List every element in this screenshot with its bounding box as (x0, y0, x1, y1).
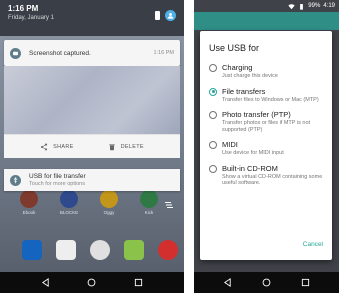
battery-icon (155, 11, 160, 20)
app-icon (20, 190, 38, 208)
radio-charging[interactable] (209, 64, 217, 72)
app-label: Ebook (22, 210, 36, 215)
back-icon[interactable] (41, 278, 50, 287)
wifi-icon (288, 3, 295, 9)
app-ebook[interactable]: Ebook (18, 190, 40, 215)
background-app-bar (194, 12, 339, 30)
right-phone-screen: 99% 4:19 Use USB for Charging Just charg… (194, 0, 339, 293)
app-drawer-icon[interactable] (90, 240, 110, 260)
user-avatar-icon[interactable] (165, 10, 176, 21)
screenshot-notification-time: 1:16 PM (153, 50, 174, 56)
option-desc: Transfer files to Windows or Mac (MTP) (222, 96, 319, 103)
clear-all-icon[interactable] (164, 200, 174, 210)
shade-date: Friday, January 1 (8, 15, 54, 21)
app-kick[interactable]: Kick (138, 190, 160, 215)
option-label: MIDI (222, 140, 238, 149)
trash-icon (108, 143, 115, 150)
app-label: Oggy (103, 210, 115, 215)
home-app-row: Ebook BLOCKE Oggy Kick (18, 190, 160, 215)
share-button[interactable]: SHARE (40, 143, 73, 151)
status-bar: 99% 4:19 (194, 0, 339, 12)
radio-file-transfers[interactable] (209, 87, 217, 96)
option-desc: Transfer photos or files if MTP is not s… (222, 120, 311, 133)
usb-icon (10, 174, 21, 186)
screenshot-actions: SHARE DELETE (4, 134, 180, 158)
app-icon (140, 190, 158, 208)
home-dock (22, 240, 178, 260)
radio-cd-rom[interactable] (209, 164, 217, 173)
option-desc: Just charge this device (222, 73, 278, 79)
home-icon[interactable] (87, 278, 96, 287)
app-icon (100, 190, 118, 208)
recents-icon[interactable] (301, 278, 310, 287)
app-oggy[interactable]: Oggy (98, 190, 120, 215)
right-nav-bar (194, 272, 339, 293)
home-icon[interactable] (262, 278, 271, 287)
screenshot-notification[interactable]: Screenshot captured. 1:16 PM (4, 40, 180, 66)
battery-icon (300, 3, 304, 10)
phone-app-icon[interactable] (22, 240, 42, 260)
radio-midi[interactable] (209, 141, 217, 149)
option-cd-rom[interactable]: Built-in CD-ROM Show a virtual CD-ROM co… (209, 164, 323, 187)
share-label: SHARE (53, 143, 74, 150)
contacts-app-icon[interactable] (124, 240, 144, 260)
usb-notification-title: USB for file transfer (29, 172, 86, 180)
radio-photo-transfer[interactable] (209, 111, 217, 119)
shade-time: 1:16 PM (8, 4, 39, 13)
screenshot-icon (10, 47, 21, 59)
usb-mode-dialog: Use USB for Charging Just charge this de… (200, 31, 332, 260)
option-file-transfers[interactable]: File transfers Transfer files to Windows… (209, 87, 323, 104)
messages-app-icon[interactable] (56, 240, 76, 260)
usb-notification-subtitle: Touch for more options (29, 180, 85, 187)
shade-icons (155, 10, 176, 21)
share-icon (41, 143, 48, 150)
option-photo-transfer[interactable]: Photo transfer (PTP) Transfer photos or … (209, 110, 323, 133)
app-label: BLOCKE (59, 210, 79, 215)
option-label: Photo transfer (PTP) (222, 110, 291, 119)
back-icon[interactable] (223, 278, 232, 287)
option-label: Built-in CD-ROM (222, 163, 278, 173)
option-label: File transfers (222, 86, 266, 96)
usb-notification[interactable]: USB for file transfer Touch for more opt… (4, 169, 180, 191)
app-icon (60, 190, 78, 208)
app-label: Kick (144, 210, 154, 215)
notification-shade-header: 1:16 PM Friday, January 1 (0, 0, 184, 36)
browser-app-icon[interactable] (158, 240, 178, 260)
left-nav-bar (0, 272, 184, 293)
battery-percent: 99% (308, 3, 321, 9)
screenshot-preview-image[interactable] (4, 66, 180, 134)
option-midi[interactable]: MIDI Use device for MIDI input (209, 140, 323, 157)
option-charging[interactable]: Charging Just charge this device (209, 63, 323, 80)
delete-label: DELETE (120, 143, 144, 150)
screenshot-notification-title: Screenshot captured. (29, 49, 91, 57)
option-desc: Use device for MIDI input (222, 150, 284, 156)
left-phone-screen: 1:16 PM Friday, January 1 Screenshot cap… (0, 0, 184, 293)
option-label: Charging (222, 63, 253, 72)
cancel-button[interactable]: Cancel (303, 241, 323, 248)
status-time: 4:19 (323, 3, 335, 9)
option-desc: Show a virtual CD-ROM containing some us… (222, 173, 323, 187)
app-blocke[interactable]: BLOCKE (58, 190, 80, 215)
recents-icon[interactable] (134, 278, 143, 287)
dialog-title: Use USB for (209, 43, 260, 53)
delete-button[interactable]: DELETE (108, 143, 144, 151)
